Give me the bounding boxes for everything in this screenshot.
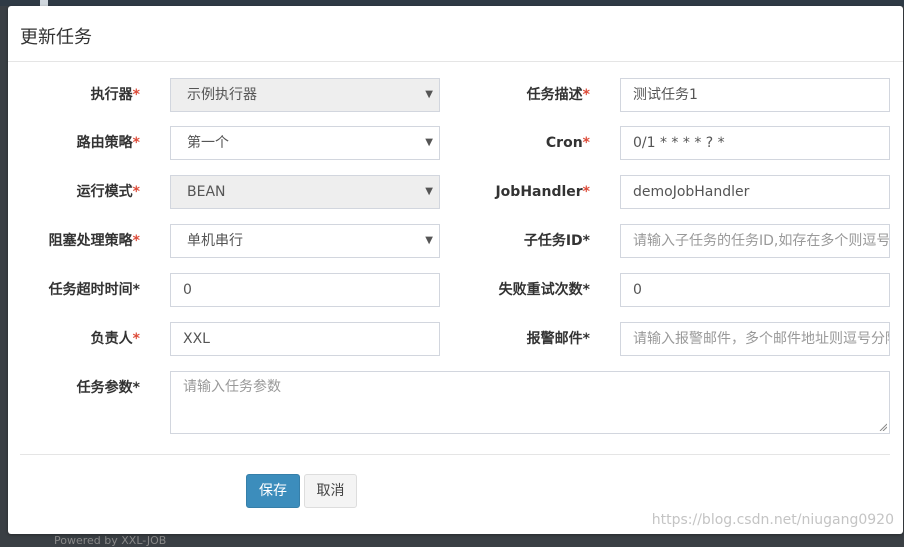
jobhandler-label: JobHandler*	[495, 184, 590, 200]
timeout-label: 任务超时时间*	[48, 282, 140, 298]
caret-down-icon: ▼	[425, 137, 433, 148]
task-params-textarea[interactable]: 请输入任务参数	[170, 371, 890, 434]
modal-header: 更新任务	[8, 6, 903, 62]
task-params-label: 任务参数*	[76, 380, 140, 396]
alarm-email-input[interactable]: 请输入报警邮件，多个邮件地址则逗号分隔	[620, 322, 890, 356]
route-strategy-label: 路由策略*	[76, 135, 140, 151]
retry-count-input[interactable]: 0	[620, 273, 890, 307]
owner-label: 负责人*	[90, 331, 140, 347]
jobhandler-input[interactable]: demoJobHandler	[620, 175, 890, 209]
child-task-id-label: 子任务ID*	[523, 233, 590, 249]
alarm-email-label: 报警邮件*	[526, 331, 590, 347]
owner-input[interactable]: XXL	[170, 322, 440, 356]
watermark-text: https://blog.csdn.net/niugang0920	[651, 512, 894, 528]
resize-handle-icon[interactable]	[879, 423, 887, 431]
update-task-modal: 更新任务 执行器* 示例执行器 ▼ 任务描述* 测试任务1 路由策略* 第一个 ▼ …	[8, 6, 903, 534]
form-row: 路由策略* 第一个 ▼ Cron* 0/1 * * * * ? *	[8, 126, 903, 160]
block-strategy-select[interactable]: 单机串行 ▼	[170, 224, 440, 258]
form-row: 任务超时时间* 0 失败重试次数* 0	[8, 273, 903, 307]
cron-label: Cron*	[545, 135, 590, 151]
task-desc-input[interactable]: 测试任务1	[620, 78, 890, 112]
save-button[interactable]: 保存	[246, 474, 300, 508]
task-desc-label: 任务描述*	[526, 87, 590, 103]
run-mode-select[interactable]: BEAN ▼	[170, 175, 440, 209]
executor-label: 执行器*	[90, 87, 140, 103]
form-row: 执行器* 示例执行器 ▼ 任务描述* 测试任务1	[8, 78, 903, 112]
task-params-placeholder: 请输入任务参数	[183, 379, 281, 395]
form-row: 运行模式* BEAN ▼ JobHandler* demoJobHandler	[8, 175, 903, 209]
form-row: 负责人* XXL 报警邮件* 请输入报警邮件，多个邮件地址则逗号分隔	[8, 322, 903, 356]
executor-select[interactable]: 示例执行器 ▼	[170, 78, 440, 112]
cron-input[interactable]: 0/1 * * * * ? *	[620, 126, 890, 160]
block-strategy-label: 阻塞处理策略*	[48, 233, 140, 249]
caret-down-icon: ▼	[425, 89, 433, 100]
caret-down-icon: ▼	[425, 186, 433, 197]
modal-title: 更新任务	[20, 27, 92, 48]
child-task-id-input[interactable]: 请输入子任务的任务ID,如存在多个则逗号分隔	[620, 224, 890, 258]
footer-divider	[20, 454, 890, 455]
route-strategy-select[interactable]: 第一个 ▼	[170, 126, 440, 160]
timeout-input[interactable]: 0	[170, 273, 440, 307]
cancel-button[interactable]: 取消	[304, 474, 357, 508]
form-row: 阻塞处理策略* 单机串行 ▼ 子任务ID* 请输入子任务的任务ID,如存在多个则逗…	[8, 224, 903, 258]
caret-down-icon: ▼	[425, 235, 433, 246]
run-mode-label: 运行模式*	[76, 184, 140, 200]
retry-count-label: 失败重试次数*	[498, 282, 590, 298]
